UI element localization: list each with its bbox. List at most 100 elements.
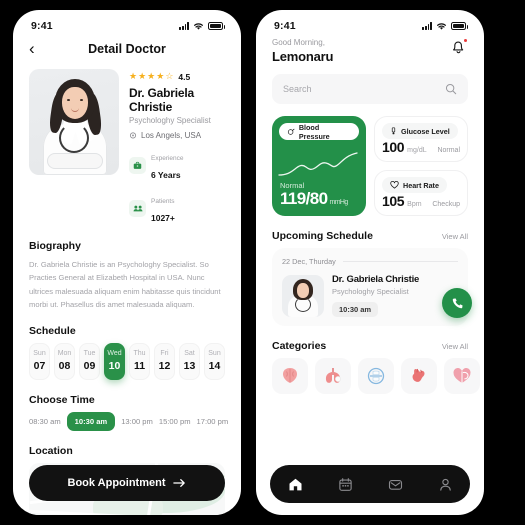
status-bar-left: 9:41 bbox=[13, 10, 241, 36]
time-slot-selected[interactable]: 10:30 am bbox=[66, 412, 116, 432]
day-number: 12 bbox=[158, 360, 171, 373]
status-time: 9:41 bbox=[274, 20, 296, 32]
blood-pressure-label: Blood Pressure bbox=[298, 122, 330, 141]
schedule-doctor-info: Dr. Gabriela Christie Psychologhy Specia… bbox=[332, 274, 458, 317]
doctor-info: ★ ★ ★ ★ ☆ 4.5 Dr. Gabriela Christie Psyc… bbox=[129, 69, 225, 226]
category-heart-care[interactable] bbox=[444, 358, 480, 394]
stat-value: 1027+ bbox=[151, 213, 175, 223]
star-icon: ★ bbox=[147, 71, 156, 81]
heart-rate-chip: Heart Rate bbox=[382, 177, 447, 193]
schedule-day[interactable]: Mon 08 bbox=[54, 343, 75, 381]
blood-pressure-card[interactable]: Blood Pressure Normal 119/80 mmHg bbox=[272, 116, 366, 216]
bottom-tab-bar[interactable] bbox=[270, 465, 470, 503]
wifi-icon bbox=[194, 22, 203, 30]
tab-home[interactable] bbox=[286, 475, 304, 493]
search-input[interactable]: Search bbox=[272, 74, 468, 104]
day-name: Tue bbox=[83, 350, 96, 358]
back-button[interactable]: ‹ bbox=[29, 40, 45, 57]
star-half-icon: ☆ bbox=[165, 71, 174, 81]
blood-pressure-value-row: 119/80 mmHg bbox=[280, 189, 348, 209]
time-slot-list[interactable]: 08:30 am 10:30 am 13:00 pm 15:00 pm 17:0… bbox=[29, 412, 228, 432]
day-name: Sun bbox=[208, 350, 221, 358]
navigation-bar: ‹ Detail Doctor bbox=[13, 36, 241, 65]
schedule-card-date: 22 Dec, Thurday bbox=[282, 257, 336, 266]
signal-bars-icon bbox=[422, 22, 432, 30]
upcoming-title: Upcoming Schedule bbox=[272, 230, 373, 242]
upcoming-view-all[interactable]: View All bbox=[442, 232, 468, 241]
category-heart[interactable] bbox=[401, 358, 437, 394]
home-icon bbox=[289, 478, 301, 490]
arrow-right-icon bbox=[173, 479, 186, 487]
status-bar-right: 9:41 bbox=[256, 10, 484, 36]
schedule-title: Schedule bbox=[29, 325, 76, 338]
doctor-location-text: Los Angels, USA bbox=[141, 131, 202, 140]
category-dental[interactable] bbox=[358, 358, 394, 394]
tab-profile[interactable] bbox=[436, 475, 454, 493]
schedule-day[interactable]: Sun 07 bbox=[29, 343, 50, 381]
day-name: Wed bbox=[107, 350, 122, 358]
glucose-label: Glucose Level bbox=[401, 126, 450, 136]
glucose-card[interactable]: Glucose Level 100 mg/dL Normal bbox=[374, 116, 468, 162]
heart-rate-status: Checkup bbox=[432, 201, 460, 208]
star-icon: ★ bbox=[129, 71, 138, 81]
schedule-day[interactable]: Thu 11 bbox=[129, 343, 150, 381]
day-name: Sun bbox=[33, 350, 46, 358]
schedule-time-badge: 10:30 am bbox=[332, 302, 379, 317]
heart-rate-value-row: 105 Bpm Checkup bbox=[382, 193, 460, 209]
schedule-day[interactable]: Tue 09 bbox=[79, 343, 100, 381]
upcoming-schedule-card[interactable]: 22 Dec, Thurday Dr. Gabriela Christie Ps… bbox=[272, 248, 472, 326]
blood-pressure-value: 119/80 bbox=[280, 189, 328, 208]
profile-icon bbox=[439, 478, 451, 491]
battery-icon bbox=[208, 22, 225, 30]
day-number: 08 bbox=[58, 360, 71, 373]
phone-call-icon[interactable] bbox=[442, 288, 472, 318]
star-icon: ★ bbox=[138, 71, 147, 81]
blood-pressure-sparkline bbox=[278, 152, 358, 176]
glucose-value: 100 bbox=[382, 139, 405, 155]
battery-icon bbox=[451, 22, 468, 30]
schedule-card-body: Dr. Gabriela Christie Psychologhy Specia… bbox=[282, 274, 458, 317]
home-header: Good Morning, Lemonaru bbox=[256, 36, 484, 64]
status-icons bbox=[179, 22, 225, 31]
glucose-vial-icon bbox=[391, 127, 396, 135]
tooth-dental-icon bbox=[367, 367, 385, 385]
day-name: Fri bbox=[160, 350, 169, 358]
time-slot[interactable]: 17:00 pm bbox=[197, 412, 229, 431]
schedule-doctor-photo bbox=[282, 274, 324, 317]
greeting-text: Good Morning, bbox=[272, 38, 325, 47]
stat-label: Experience bbox=[151, 155, 184, 162]
lungs-icon bbox=[325, 368, 341, 383]
heart-rate-icon bbox=[390, 181, 399, 189]
time-slot[interactable]: 08:30 am bbox=[29, 412, 61, 431]
schedule-day[interactable]: Sat 13 bbox=[179, 343, 200, 381]
day-number: 07 bbox=[33, 360, 46, 373]
heart-rate-card[interactable]: Heart Rate 105 Bpm Checkup bbox=[374, 170, 468, 216]
category-brain[interactable] bbox=[272, 358, 308, 394]
user-name: Lemonaru bbox=[272, 49, 334, 64]
time-slot[interactable]: 15:00 pm bbox=[159, 412, 191, 431]
doctor-specialty: Psychologhy Specialist bbox=[129, 116, 211, 125]
book-appointment-label: Book Appointment bbox=[67, 477, 166, 489]
divider bbox=[342, 261, 458, 262]
bell-notification-icon[interactable] bbox=[450, 38, 468, 56]
detail-scroll-area[interactable]: ★ ★ ★ ★ ☆ 4.5 Dr. Gabriela Christie Psyc… bbox=[13, 69, 241, 515]
categories-view-all[interactable]: View All bbox=[442, 342, 468, 351]
book-appointment-button[interactable]: Book Appointment bbox=[29, 465, 225, 501]
schedule-day-list[interactable]: Sun 07 Mon 08 Tue 09 Wed 10 Thu 11 Fri 1… bbox=[29, 343, 225, 381]
tab-mail[interactable] bbox=[386, 475, 404, 493]
stat-value: 6 Years bbox=[151, 170, 181, 180]
blood-pressure-icon bbox=[287, 128, 295, 135]
brain-icon bbox=[283, 368, 297, 383]
schedule-day[interactable]: Fri 12 bbox=[154, 343, 175, 381]
category-lungs[interactable] bbox=[315, 358, 351, 394]
schedule-day[interactable]: Sun 14 bbox=[204, 343, 225, 381]
category-list[interactable] bbox=[256, 358, 484, 394]
tab-calendar[interactable] bbox=[336, 475, 354, 493]
heart-rate-unit: Bpm bbox=[407, 201, 422, 208]
glucose-chip: Glucose Level bbox=[382, 123, 458, 139]
schedule-day-selected[interactable]: Wed 10 bbox=[104, 343, 125, 381]
blood-pressure-unit: mmHg bbox=[329, 199, 348, 206]
schedule-doctor-specialty: Psychologhy Specialist bbox=[332, 287, 409, 296]
time-slot[interactable]: 13:00 pm bbox=[121, 412, 153, 431]
glucose-status: Normal bbox=[437, 147, 460, 154]
